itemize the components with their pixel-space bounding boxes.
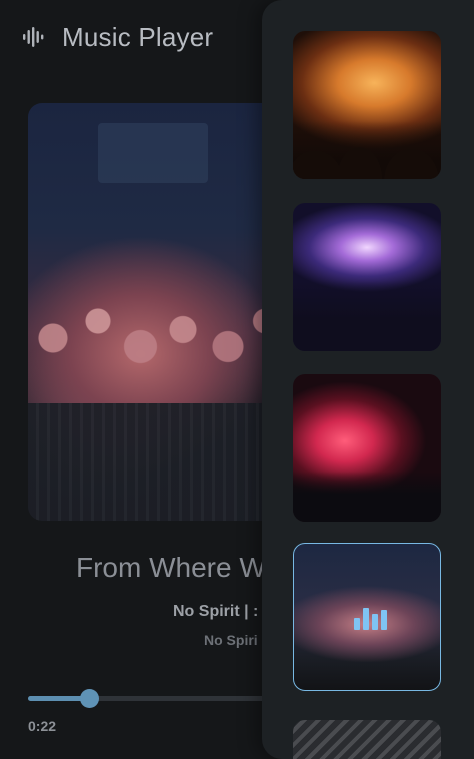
barrier-image bbox=[28, 403, 278, 521]
sound-wave-icon bbox=[22, 26, 44, 48]
queue-item-4-active[interactable] bbox=[293, 543, 441, 691]
crowd-image bbox=[28, 253, 278, 423]
track-artist: No Spirit | : bbox=[173, 603, 259, 620]
track-album: No Spiri bbox=[204, 632, 258, 648]
queue-item-2[interactable] bbox=[293, 203, 441, 351]
queue-item-3[interactable] bbox=[293, 374, 441, 522]
app-header: Music Player bbox=[22, 20, 213, 54]
album-art bbox=[28, 103, 278, 521]
progress-thumb[interactable] bbox=[80, 689, 100, 708]
queue-drawer bbox=[262, 0, 474, 759]
stage-screen bbox=[98, 123, 208, 183]
queue-item-1[interactable] bbox=[293, 31, 441, 179]
queue-item-5[interactable] bbox=[293, 720, 441, 759]
elapsed-time: 0:22 bbox=[28, 718, 57, 734]
equalizer-icon bbox=[354, 602, 387, 630]
app-title: Music Player bbox=[62, 21, 214, 52]
